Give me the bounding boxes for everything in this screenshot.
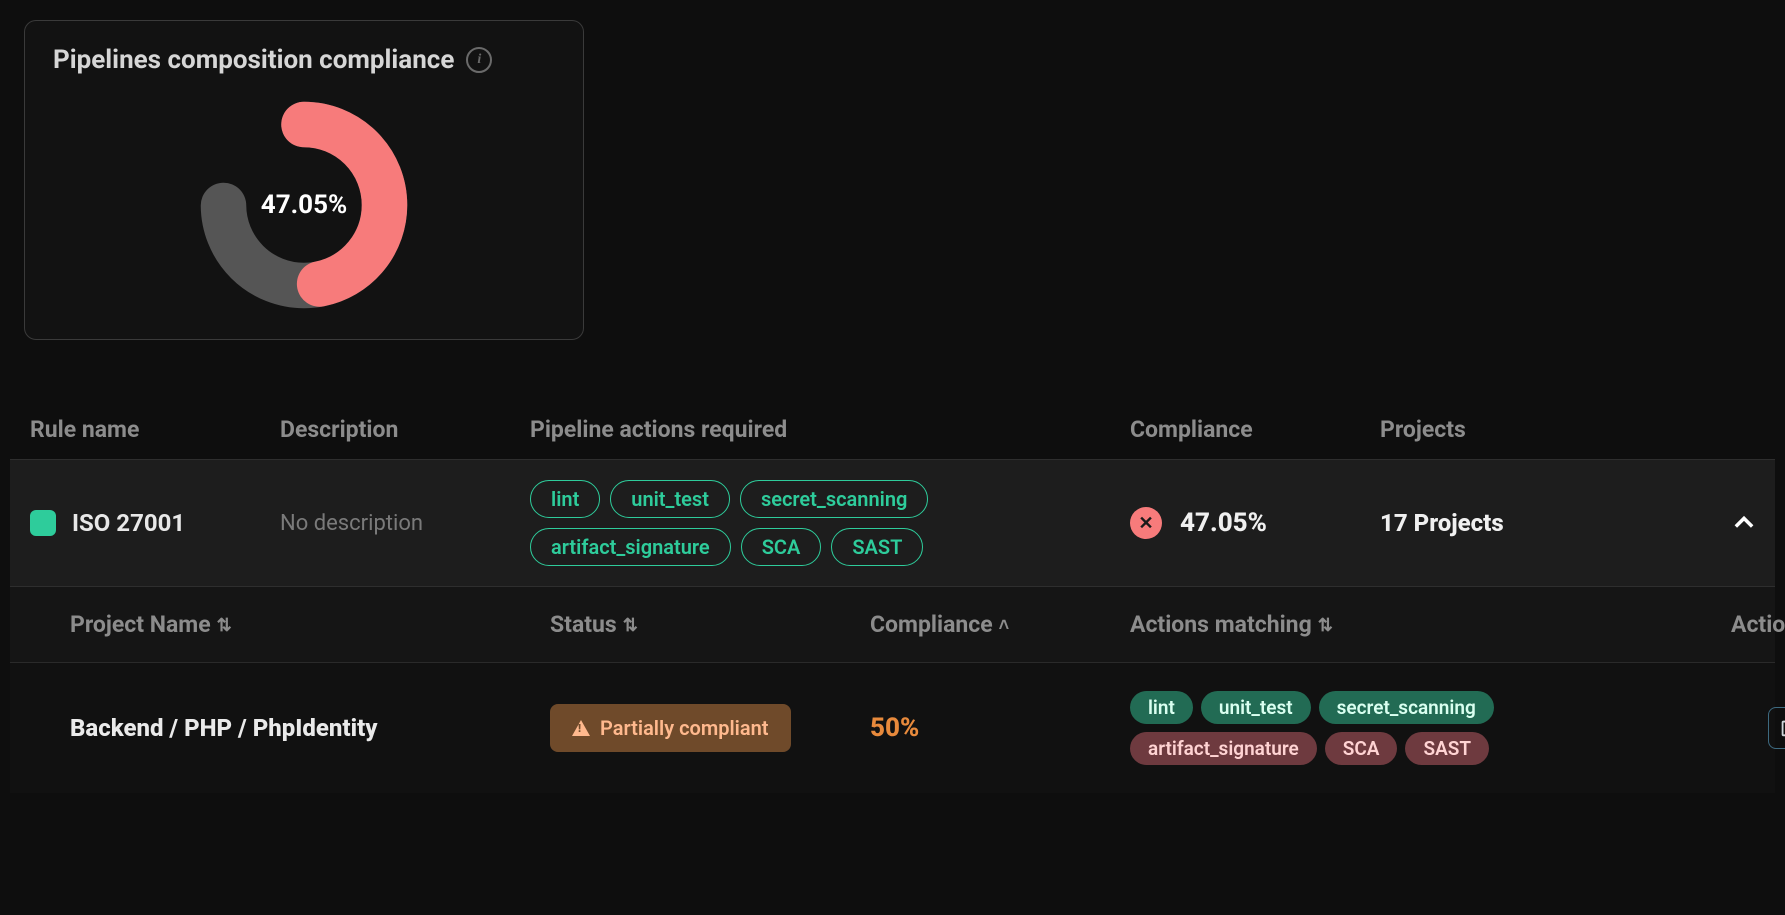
pill-fail: SCA (1325, 732, 1398, 765)
gauge-chart: 47.05% (53, 95, 555, 315)
card-header: Pipelines composition compliance i (53, 45, 555, 75)
external-link-icon (1778, 717, 1785, 739)
rule-description: No description (280, 511, 530, 536)
header-actions: Actions (1650, 611, 1785, 638)
open-external-button[interactable] (1768, 707, 1785, 749)
rules-table-header: Rule name Description Pipeline actions r… (10, 400, 1775, 459)
header-compliance: Compliance (1130, 416, 1380, 443)
header-projects: Projects (1380, 416, 1650, 443)
pill-pass: lint (1130, 691, 1193, 724)
fail-icon: ✕ (1130, 507, 1162, 539)
header-project-name[interactable]: Project Name⇅ (70, 611, 550, 638)
rule-name: ISO 27001 (72, 509, 185, 537)
rule-projects-count: 17 Projects (1380, 509, 1650, 537)
status-label: Partially compliant (600, 716, 769, 740)
header-rule-name: Rule name (30, 416, 280, 443)
required-actions-chips: lint unit_test secret_scanning artifact_… (530, 480, 1130, 566)
chip-required: secret_scanning (740, 480, 928, 518)
sort-icon: ⇅ (623, 615, 638, 636)
info-icon[interactable]: i (466, 47, 492, 73)
sort-icon: ⇅ (1318, 615, 1333, 636)
chevron-up-icon[interactable] (1728, 507, 1760, 539)
actions-matching-pills: lint unit_test secret_scanning artifact_… (1130, 691, 1650, 765)
chip-required: SCA (741, 528, 822, 566)
project-name: Backend / PHP / PhpIdentity (70, 714, 550, 742)
rule-compliance-value: 47.05% (1180, 508, 1267, 538)
chip-required: lint (530, 480, 600, 518)
status-badge: Partially compliant (550, 704, 791, 752)
rule-row[interactable]: ISO 27001 No description lint unit_test … (10, 459, 1775, 587)
gauge-percent-label: 47.05% (261, 190, 347, 220)
pill-pass: secret_scanning (1319, 691, 1494, 724)
chip-required: unit_test (610, 480, 730, 518)
header-status[interactable]: Status⇅ (550, 611, 870, 638)
compliance-card: Pipelines composition compliance i 47.05… (24, 20, 584, 340)
pill-fail: SAST (1405, 732, 1489, 765)
header-actions-matching[interactable]: Actions matching⇅ (1130, 611, 1650, 638)
pill-fail: artifact_signature (1130, 732, 1317, 765)
chip-required: SAST (831, 528, 923, 566)
card-title: Pipelines composition compliance (53, 45, 454, 75)
projects-table-header: Project Name⇅ Status⇅ Compliance˄ Action… (10, 587, 1775, 663)
chip-required: artifact_signature (530, 528, 731, 566)
pill-pass: unit_test (1201, 691, 1311, 724)
sort-icon: ⇅ (217, 615, 232, 636)
warning-icon (572, 720, 590, 736)
rule-color-swatch (30, 510, 56, 536)
header-description: Description (280, 416, 530, 443)
project-compliance-value: 50% (870, 713, 1130, 743)
project-row: Backend / PHP / PhpIdentity Partially co… (10, 663, 1775, 793)
header-project-compliance[interactable]: Compliance˄ (870, 611, 1130, 638)
header-actions-required: Pipeline actions required (530, 416, 1130, 443)
sort-asc-icon: ˄ (999, 615, 1010, 636)
